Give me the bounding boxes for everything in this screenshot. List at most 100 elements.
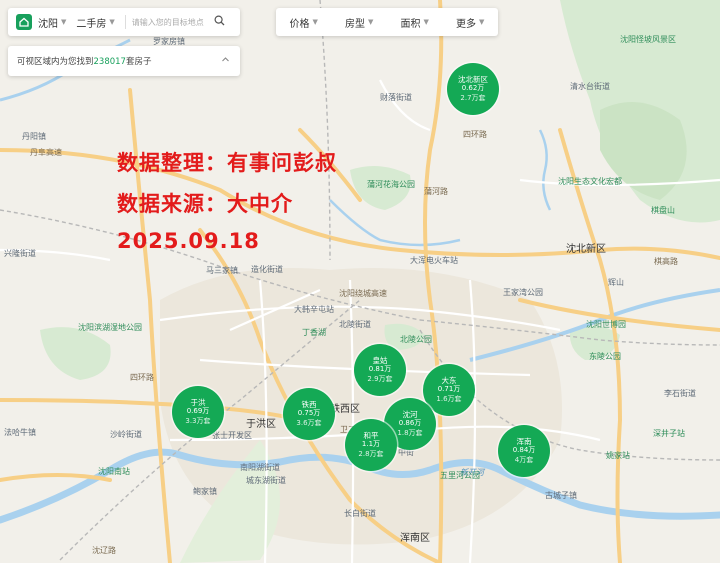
map-label: 马三家镇 — [206, 265, 238, 275]
map-label: 东陵公园 — [589, 351, 621, 361]
district-bubble-hunnan[interactable]: 浑南 0.84万 4万套 — [498, 425, 550, 477]
search-icon[interactable] — [214, 15, 225, 29]
map-label: 蒲河花海公园 — [367, 179, 415, 189]
map-label: 大浑电火车站 — [410, 255, 458, 265]
district-count: 4万套 — [514, 455, 534, 464]
map-label: 蒲河路 — [424, 186, 448, 196]
map-label: 长白街道 — [344, 508, 376, 518]
map-label: 沈阳南站 — [98, 466, 130, 476]
filter-area[interactable]: 面积 ▼ — [401, 15, 429, 30]
map-label: 沈阳生态文化宏都 — [558, 176, 622, 186]
district-count: 1.6万套 — [436, 394, 462, 403]
filter-price[interactable]: 价格 ▼ — [290, 15, 318, 30]
district-price: 1.1万 — [361, 440, 381, 449]
district-name: 大东 — [441, 375, 457, 385]
home-logo-icon[interactable] — [16, 14, 32, 30]
map-label: 棋盘山 — [651, 205, 675, 215]
map-label: 沈阳世博园 — [586, 319, 626, 329]
map-label: 四环路 — [463, 129, 487, 139]
map-label: 沈辽路 — [92, 545, 116, 555]
district-name: 皇姑 — [372, 355, 388, 365]
map-label: 财落街道 — [380, 92, 412, 102]
district-name: 于洪 — [190, 397, 206, 407]
district-bubble-huanggu[interactable]: 皇姑 0.81万 2.9万套 — [354, 344, 406, 396]
filter-label: 面积 — [400, 18, 421, 30]
filter-more[interactable]: 更多 ▼ — [456, 15, 484, 30]
map-label: 姚家站 — [606, 450, 630, 460]
map-label: 沈阳绕城高速 — [339, 288, 387, 298]
chevron-down-icon: ▼ — [479, 18, 485, 26]
filter-label: 更多 — [456, 18, 477, 30]
district-name: 浑南 — [516, 436, 532, 446]
district-name: 铁西 — [301, 399, 317, 409]
filter-layout[interactable]: 房型 ▼ — [345, 15, 373, 30]
map-label: 深井子站 — [653, 428, 685, 438]
map-label: 城东湖街道 — [246, 475, 286, 485]
district-count: 2.9万套 — [367, 374, 393, 383]
filter-label: 价格 — [289, 18, 310, 30]
chevron-down-icon: ▼ — [423, 18, 429, 26]
watermark-line-1: 数据整理：有事问彭叔 — [117, 151, 337, 175]
district-bubble-yuhong[interactable]: 于洪 0.69万 3.3万套 — [172, 386, 224, 438]
district-price: 0.69万 — [186, 407, 210, 416]
filter-bar: 价格 ▼ 房型 ▼ 面积 ▼ 更多 ▼ — [276, 8, 498, 36]
search-panel: 沈阳 ▼ 二手房 ▼ — [8, 8, 240, 36]
chevron-down-icon: ▼ — [312, 18, 318, 26]
search-input[interactable] — [131, 17, 210, 27]
district-bubble-shenbei[interactable]: 沈北新区 0.62万 2.7万套 — [447, 63, 499, 115]
map-label: 清水台街道 — [570, 81, 610, 91]
map-label: 鲍家镇 — [193, 486, 217, 496]
result-count-panel: 可视区域内为您找到238017套房子 — [8, 46, 240, 76]
collapse-chevron-up-icon[interactable] — [221, 55, 230, 67]
map-label: 法哈牛镇 — [4, 427, 36, 437]
district-bubble-heping[interactable]: 和平 1.1万 2.8万套 — [345, 419, 397, 471]
map-label: 浑南区 — [400, 531, 430, 544]
filter-label: 房型 — [345, 18, 366, 30]
map-label: 沙岭街道 — [110, 429, 142, 439]
map-label: 造化街道 — [251, 264, 283, 274]
district-count: 2.7万套 — [460, 93, 486, 102]
district-bubble-tiexi[interactable]: 铁西 0.75万 3.6万套 — [283, 388, 335, 440]
map-label: 北陵公园 — [400, 335, 432, 344]
map-label: 王家湾公园 — [503, 287, 543, 297]
map-label: 北陵街道 — [339, 319, 371, 329]
district-price: 0.86万 — [398, 419, 422, 428]
map-label: 四环路 — [130, 372, 154, 382]
map-label: 张士开发区 — [212, 430, 252, 440]
map-label: 丁香湖 — [302, 327, 326, 337]
map-label: 兴隆街道 — [4, 248, 36, 258]
watermark-line-2: 数据来源：大中介 — [117, 192, 293, 216]
map-label: 古城子镇 — [545, 490, 577, 500]
map-canvas[interactable]: 罗家房镇 财落街道 清水台街道 沈阳怪坡风景区 四环路 丹阳镇 丹阜高速 蒲河花… — [0, 0, 720, 563]
house-type-selector[interactable]: 二手房 — [76, 15, 106, 30]
district-price: 0.84万 — [512, 446, 536, 455]
map-label: 罗家房镇 — [153, 36, 185, 46]
result-count: 238017 — [93, 57, 126, 67]
district-count: 2.8万套 — [358, 449, 384, 458]
result-summary: 可视区域内为您找到238017套房子 — [17, 55, 151, 67]
map-label: 丹阜高速 — [30, 147, 62, 157]
map-label: 南阳湖街道 — [240, 462, 280, 472]
map-label: 五里河公园 — [440, 470, 480, 480]
district-name: 和平 — [363, 430, 379, 440]
map-label: 沈北新区 — [566, 242, 606, 255]
map-label: 大韩辛屯站 — [294, 304, 334, 314]
district-name: 沈河 — [402, 409, 418, 419]
result-suffix: 套房子 — [125, 57, 152, 67]
house-type-dropdown-icon[interactable]: ▼ — [109, 18, 114, 26]
district-count: 3.3万套 — [185, 416, 211, 425]
map-label: 于洪区 — [246, 418, 276, 430]
district-price: 0.81万 — [368, 365, 392, 374]
watermark-line-3: 2025.09.18 — [117, 229, 260, 253]
map-label: 丹阳镇 — [22, 131, 46, 141]
district-name: 沈北新区 — [458, 74, 488, 84]
district-price: 0.75万 — [297, 409, 321, 418]
map-label: 李石街道 — [664, 388, 696, 398]
map-label: 辉山 — [608, 277, 624, 287]
district-price: 0.62万 — [461, 84, 485, 93]
city-selector[interactable]: 沈阳 — [38, 15, 58, 30]
map-label: 沈阳滨湖湿地公园 — [78, 322, 142, 332]
city-dropdown-icon[interactable]: ▼ — [61, 18, 66, 26]
district-price: 0.71万 — [437, 385, 461, 394]
chevron-down-icon: ▼ — [368, 18, 374, 26]
